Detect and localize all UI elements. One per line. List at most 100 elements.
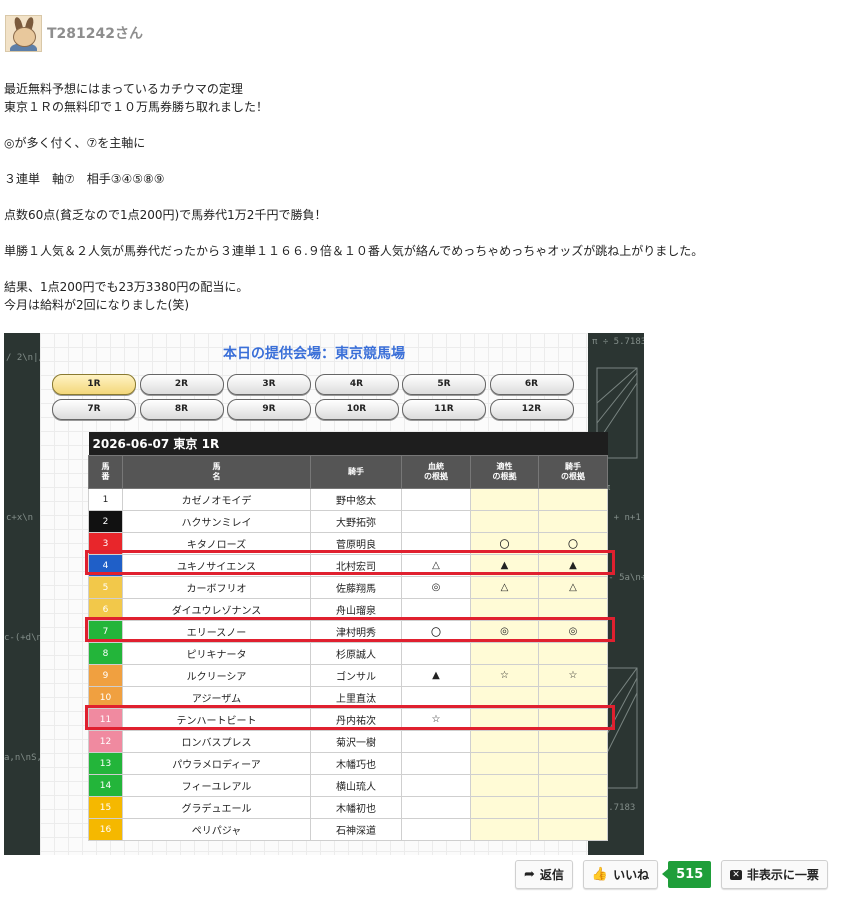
table-row: 15 グラデュエール 木幡初也: [88, 796, 609, 819]
jockey-name: 菊沢一樹: [310, 730, 402, 753]
jockey-name: 野中悠太: [310, 488, 402, 511]
post-body: 最近無料予想にはまっているカチウマの定理東京１Ｒの無料印で１０万馬券勝ち取れまし…: [4, 80, 824, 314]
race-button-6r[interactable]: 6R: [489, 374, 574, 395]
horse-name: パウラメロディーア: [122, 752, 311, 775]
jockey-basis-mark: ☆: [537, 664, 609, 687]
jockey-name: 佐藤翔馬: [310, 576, 402, 599]
jockey-basis-mark: [537, 774, 609, 797]
horse-number: 5: [88, 576, 123, 599]
header-blood: 血統 の根拠: [401, 455, 471, 489]
header-horse: 馬名: [122, 455, 311, 489]
horse-number: 16: [88, 818, 123, 841]
post-line: ３連単 軸⑦ 相手③④⑤⑧⑨: [4, 172, 165, 186]
blood-mark: [401, 642, 471, 665]
race-button-12r[interactable]: 12R: [489, 399, 574, 420]
hide-vote-button[interactable]: ✕ 非表示に一票: [721, 860, 828, 889]
like-button[interactable]: 👍 いいね: [582, 860, 659, 889]
horse-name: カゼノオモイデ: [122, 488, 311, 511]
horse-number: 2: [88, 510, 123, 533]
aptitude-mark: [470, 488, 539, 511]
race-button-3r[interactable]: 3R: [227, 374, 311, 395]
horse-name: ルクリーシア: [122, 664, 311, 687]
horse-number: 9: [88, 664, 123, 687]
horse-number: 13: [88, 752, 123, 775]
jockey-basis-mark: [537, 818, 609, 841]
post-line: 最近無料予想にはまっているカチウマの定理: [4, 82, 243, 96]
table-row: 12 ロンバスプレス 菊沢一樹: [88, 730, 609, 753]
user-header: T281242さん: [5, 14, 143, 52]
table-row: 9 ルクリーシア ゴンサル ▲ ☆ ☆: [88, 664, 609, 687]
highlight-box: [85, 705, 615, 730]
post-line: ◎が多く付く、⑦を主軸に: [4, 136, 146, 150]
horse-name: ロンバスプレス: [122, 730, 311, 753]
header-aptitude: 適性 の根拠: [470, 455, 539, 489]
jockey-name: ゴンサル: [310, 664, 402, 687]
table-row: 2 ハクサンミレイ 大野拓弥: [88, 510, 609, 533]
post-line: [4, 188, 824, 206]
blood-mark: [401, 510, 471, 533]
blood-mark: [401, 752, 471, 775]
race-button-2r[interactable]: 2R: [139, 374, 224, 395]
aptitude-mark: ☆: [470, 664, 539, 687]
aptitude-mark: [470, 818, 539, 841]
horse-number: 1: [88, 488, 123, 511]
header-jockey-basis: 騎手 の根拠: [537, 455, 609, 489]
like-label: いいね: [613, 868, 650, 882]
jockey-name: 大野拓弥: [310, 510, 402, 533]
username[interactable]: T281242さん: [47, 23, 143, 43]
horse-number: 14: [88, 774, 123, 797]
header-jockey: 騎手: [310, 455, 402, 489]
blood-mark: [401, 796, 471, 819]
race-button-1r[interactable]: 1R: [52, 374, 136, 395]
aptitude-mark: [470, 730, 539, 753]
blood-mark: ▲: [401, 664, 471, 687]
venue-title: 本日の提供会場：東京競馬場: [223, 346, 405, 362]
post-line: [4, 224, 824, 242]
horse-name: カーボフリオ: [122, 576, 311, 599]
blood-mark: [401, 730, 471, 753]
blood-mark: [401, 488, 471, 511]
post-line: 結果、1点200円でも23万3380円の配当に。: [4, 280, 249, 294]
table-row: 8 ピリキナータ 杉原誠人: [88, 642, 609, 665]
prediction-screenshot: / 2\n|/ \\\n /|\n / | c+x\n c-(+d\n a,n\…: [4, 333, 644, 855]
reply-label: 返信: [539, 868, 564, 882]
jockey-name: 杉原誠人: [310, 642, 402, 665]
table-caption: 2026-06-07 東京 1R: [88, 432, 608, 456]
jockey-basis-mark: △: [537, 576, 609, 599]
hide-vote-label: 非表示に一票: [746, 868, 819, 882]
post-line: [4, 152, 824, 170]
race-button-10r[interactable]: 10R: [314, 399, 399, 420]
highlight-box: [85, 616, 615, 642]
blood-mark: [401, 818, 471, 841]
table-row: 5 カーボフリオ 佐藤翔馬 ◎ △ △: [88, 576, 609, 599]
jockey-basis-mark: [537, 730, 609, 753]
blood-mark: ◎: [401, 576, 471, 599]
race-button-9r[interactable]: 9R: [227, 399, 311, 420]
table-row: 1 カゼノオモイデ 野中悠太: [88, 488, 609, 511]
horse-number: 12: [88, 730, 123, 753]
aptitude-mark: [470, 510, 539, 533]
jockey-name: 横山琉人: [310, 774, 402, 797]
horse-name: ペリパジャ: [122, 818, 311, 841]
race-button-5r[interactable]: 5R: [402, 374, 486, 395]
race-button-11r[interactable]: 11R: [402, 399, 486, 420]
post-line: 単勝１人気＆２人気が馬券代だったから３連単１１６６.９倍＆１０番人気が絡んでめっ…: [4, 244, 704, 258]
post-actions: ➦ 返信 👍 いいね 515 ✕ 非表示に一票: [515, 860, 828, 889]
aptitude-mark: △: [470, 576, 539, 599]
race-button-8r[interactable]: 8R: [139, 399, 224, 420]
post-line: 東京１Ｒの無料印で１０万馬券勝ち取れました！: [4, 100, 269, 114]
jockey-basis-mark: [537, 642, 609, 665]
header-num: 馬番: [88, 455, 123, 489]
aptitude-mark: [470, 796, 539, 819]
jockey-basis-mark: [537, 488, 609, 511]
post-line: [4, 116, 824, 134]
user-avatar[interactable]: [5, 14, 42, 52]
jockey-basis-mark: [537, 510, 609, 533]
horse-name: ピリキナータ: [122, 642, 311, 665]
race-panel: 本日の提供会場：東京競馬場 1R 2R 3R 4R 5R 6R 7R 8R 9R 10R 11R 12…: [40, 333, 615, 855]
reply-button[interactable]: ➦ 返信: [515, 860, 573, 889]
jockey-basis-mark: [537, 752, 609, 775]
aptitude-mark: [470, 774, 539, 797]
race-button-7r[interactable]: 7R: [52, 399, 136, 420]
race-button-4r[interactable]: 4R: [314, 374, 399, 395]
